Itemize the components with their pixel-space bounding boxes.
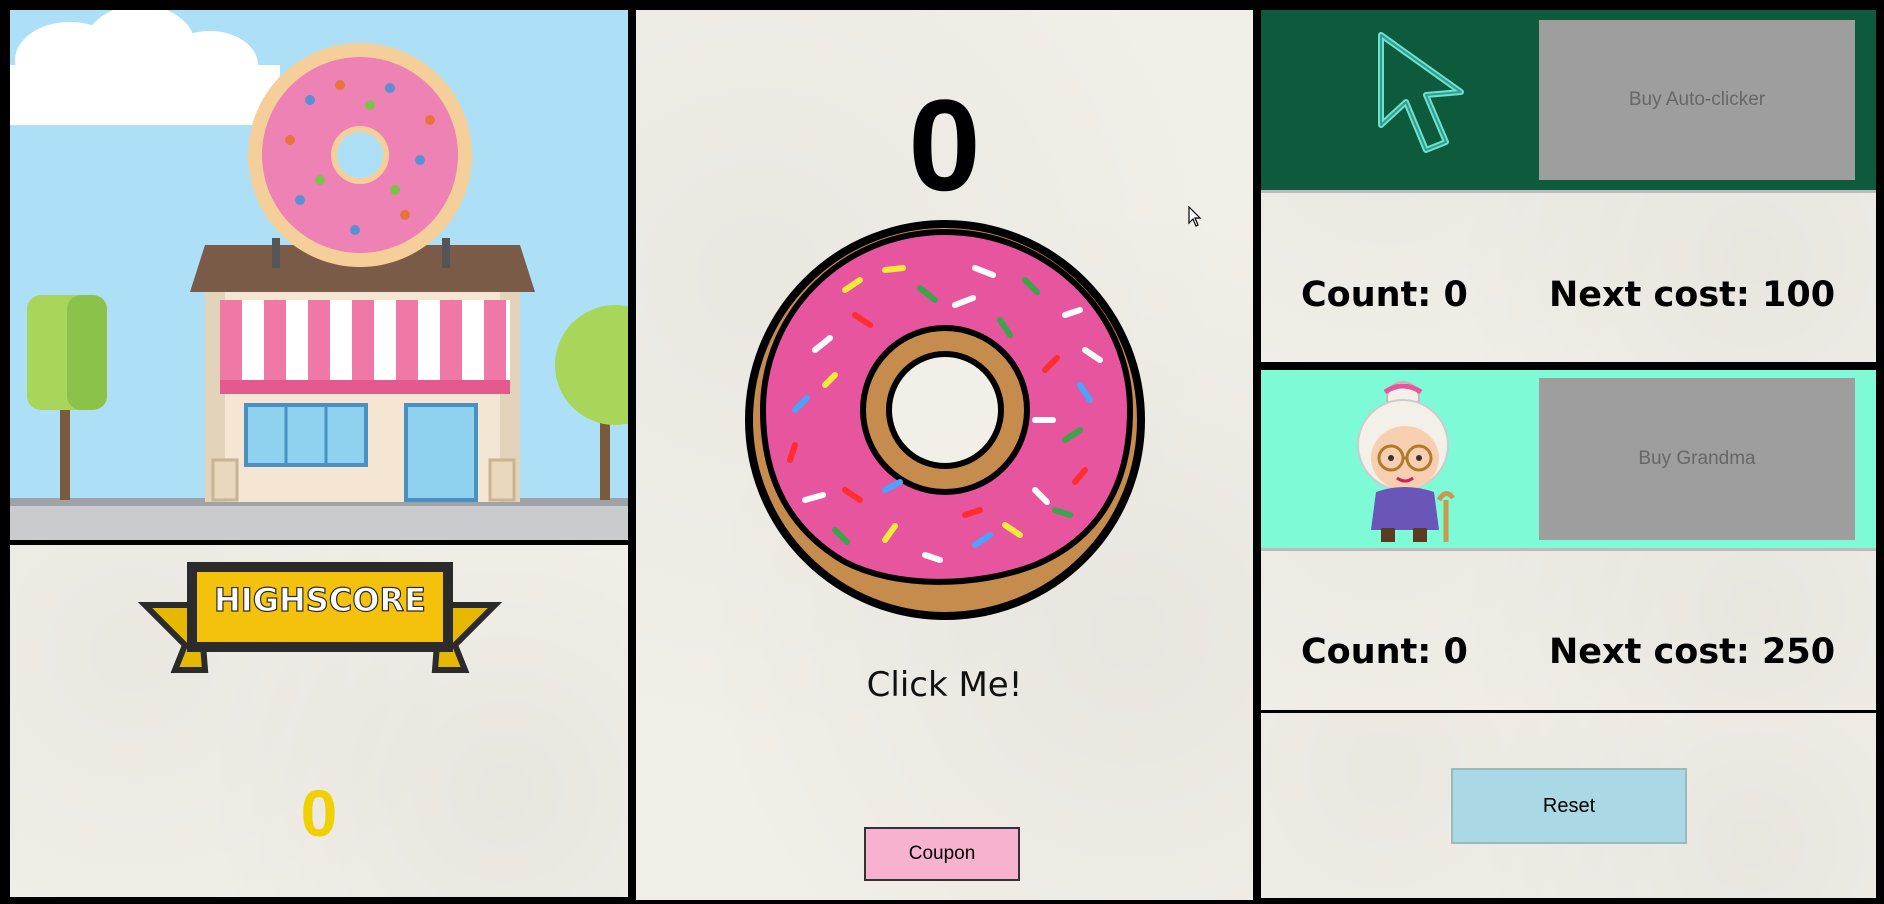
shop-image	[10, 10, 628, 540]
reset-button[interactable]: Reset	[1451, 768, 1687, 844]
highscore-value: 0	[300, 776, 338, 850]
buy-grandma-button[interactable]: Buy Grandma	[1539, 378, 1855, 540]
highscore-banner-text: HIGHSCORE	[214, 581, 426, 619]
donut-shop-illustration	[10, 10, 628, 540]
auto-clicker-header: Buy Auto-clicker	[1261, 10, 1876, 190]
click-me-label: Click Me!	[866, 665, 1023, 705]
mouse-pointer-icon	[1188, 206, 1202, 227]
auto-clicker-divider	[1261, 190, 1876, 193]
grandma-divider	[1261, 548, 1876, 551]
cursor-icon	[1378, 32, 1464, 153]
highscore-panel: HIGHSCORE 0	[10, 545, 628, 897]
auto-clicker-upgrade-panel: Buy Auto-clicker Count: 0 Next cost: 100	[1261, 10, 1876, 362]
reset-panel: Reset	[1261, 713, 1876, 898]
grandma-image	[1357, 381, 1456, 542]
highscore-banner: HIGHSCORE	[137, 562, 503, 673]
main-clicker-panel: 0 Click Me! Coupon	[636, 10, 1253, 900]
grandma-upgrade-panel: Buy Grandma Count: 0 Next cost: 250	[1261, 370, 1876, 710]
donut-click-target[interactable]	[735, 210, 1155, 630]
grandma-header: Buy Grandma	[1261, 370, 1876, 548]
coupon-button[interactable]: Coupon	[864, 827, 1020, 881]
grandma-next-cost: Next cost: 250	[1549, 632, 1836, 672]
auto-clicker-next-cost: Next cost: 100	[1549, 275, 1836, 315]
buy-auto-clicker-button[interactable]: Buy Auto-clicker	[1539, 20, 1855, 180]
auto-clicker-count: Count: 0	[1301, 275, 1468, 315]
donut-counter: 0	[908, 72, 981, 218]
grandma-count: Count: 0	[1301, 632, 1468, 672]
